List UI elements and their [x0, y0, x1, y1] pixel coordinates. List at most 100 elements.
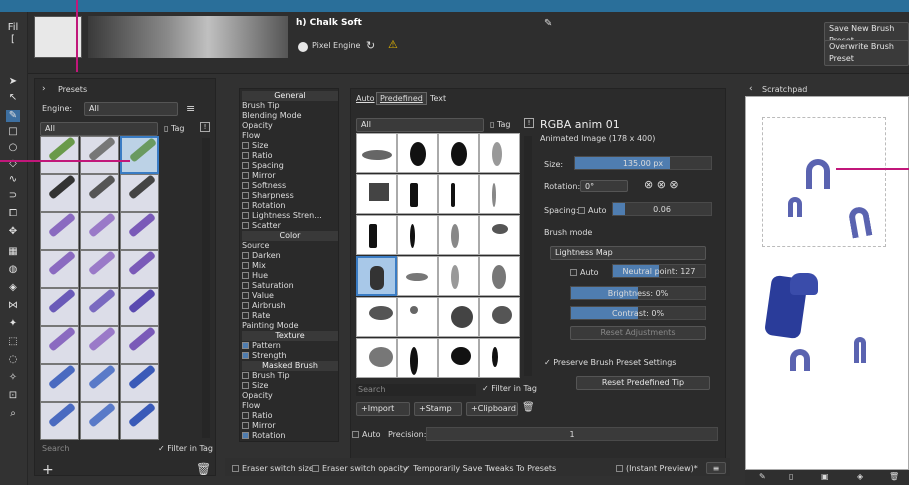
tip-cell-selected[interactable]	[356, 256, 397, 296]
tip-cell[interactable]	[479, 338, 520, 378]
colorize-tool-icon[interactable]: ◍	[6, 264, 20, 276]
transform-tool-icon[interactable]: ↖	[6, 92, 20, 104]
bezier-tool-icon[interactable]: ∿	[6, 174, 20, 186]
tip-cell[interactable]	[479, 215, 520, 255]
eraser-switch-opacity[interactable]: Eraser switch opacity	[312, 464, 408, 473]
brush-mode-select[interactable]: Lightness Map	[550, 246, 706, 260]
option-checkbox[interactable]	[242, 222, 249, 229]
preset-filter-in-tag[interactable]: ✓ Filter in Tag	[158, 444, 213, 453]
tip-cell[interactable]	[356, 297, 397, 337]
tip-cell[interactable]	[397, 174, 438, 214]
tip-cell[interactable]	[356, 215, 397, 255]
precision-slider[interactable]: 1	[426, 427, 718, 441]
preset-name[interactable]: h) Chalk Soft	[296, 18, 362, 28]
option-item[interactable]: Opacity	[242, 391, 273, 401]
tip-search-input[interactable]: Search	[356, 384, 476, 396]
tag-warning-icon[interactable]: !	[200, 122, 210, 132]
tip-cell[interactable]	[356, 133, 397, 173]
gradient-tool-icon[interactable]: ▦	[6, 246, 20, 258]
tip-cell[interactable]	[438, 215, 479, 255]
option-section[interactable]: Masked Brush	[242, 361, 338, 371]
measure-tool-icon[interactable]: ✦	[6, 318, 20, 330]
tip-cell[interactable]	[438, 338, 479, 378]
tip-cell[interactable]	[397, 297, 438, 337]
option-checkbox[interactable]	[242, 292, 249, 299]
presets-menu-icon[interactable]: ≡	[186, 102, 195, 115]
option-item[interactable]: Pattern	[242, 341, 281, 351]
crop-tool-icon[interactable]: ⧠	[6, 208, 20, 220]
preset-cell[interactable]	[40, 136, 79, 174]
preset-cell[interactable]	[120, 402, 159, 440]
clear-icon[interactable]: 🗑	[889, 472, 899, 481]
preset-cell[interactable]	[40, 326, 79, 364]
clipboard-button[interactable]: +Clipboard	[466, 402, 518, 416]
option-checkbox[interactable]	[242, 182, 249, 189]
option-item[interactable]: Source	[242, 241, 269, 251]
engine-select[interactable]: All	[84, 102, 178, 116]
assistant-tool-icon[interactable]: ⋈	[6, 300, 20, 312]
option-item[interactable]: Airbrush	[242, 301, 286, 311]
temp-save-tweaks[interactable]: ✓ Temporarily Save Tweaks To Presets	[404, 464, 556, 473]
preset-cell[interactable]	[120, 326, 159, 364]
preset-cell[interactable]	[80, 364, 119, 402]
tip-cell[interactable]	[438, 133, 479, 173]
preset-cell[interactable]	[120, 364, 159, 402]
option-item[interactable]: Mix	[242, 261, 266, 271]
option-item[interactable]: Flow	[242, 131, 260, 141]
rectangle-tool-icon[interactable]: □	[6, 126, 20, 138]
spacing-auto[interactable]: Auto	[578, 206, 607, 215]
rect-select-icon[interactable]: ⬚	[6, 336, 20, 348]
option-section[interactable]: Color	[242, 231, 338, 241]
preset-cell[interactable]	[80, 402, 119, 440]
option-checkbox[interactable]	[242, 312, 249, 319]
tip-cell[interactable]	[479, 256, 520, 296]
option-checkbox[interactable]	[242, 162, 249, 169]
option-checkbox[interactable]	[242, 422, 249, 429]
auto-checkbox[interactable]	[352, 431, 359, 438]
checkbox[interactable]	[232, 465, 239, 472]
tip-filter-in-tag[interactable]: ✓ Filter in Tag	[482, 384, 537, 393]
preset-cell[interactable]	[120, 288, 159, 326]
reset-predefined-tip-button[interactable]: Reset Predefined Tip	[576, 376, 710, 390]
option-checkbox-checked[interactable]	[242, 352, 249, 359]
preserve-settings[interactable]: ✓ Preserve Brush Preset Settings	[544, 358, 676, 367]
preset-cell[interactable]	[40, 364, 79, 402]
preset-filter-select[interactable]: All	[40, 122, 158, 136]
paint-icon[interactable]: ✎	[759, 472, 766, 481]
option-item[interactable]: Opacity	[242, 121, 273, 131]
reset-adjustments-button[interactable]: Reset Adjustments	[570, 326, 706, 340]
option-item[interactable]: Scatter	[242, 221, 281, 231]
rotation-input[interactable]: 0°	[580, 180, 628, 192]
tab-predefined[interactable]: Predefined	[376, 92, 427, 105]
tip-cell[interactable]	[356, 338, 397, 378]
option-checkbox[interactable]	[242, 282, 249, 289]
neutral-point-slider[interactable]: Neutral point: 127	[612, 264, 706, 278]
scratchpad-canvas[interactable]	[745, 96, 909, 470]
contiguous-select-icon[interactable]: ⊡	[6, 390, 20, 402]
eraser-switch-size[interactable]: Eraser switch size	[232, 464, 314, 473]
overwrite-preset-button[interactable]: Overwrite Brush Preset	[824, 40, 909, 66]
stamp-button[interactable]: +Stamp	[414, 402, 462, 416]
tip-tag-warning-icon[interactable]: !	[524, 118, 534, 128]
tip-cell[interactable]	[397, 338, 438, 378]
option-checkbox[interactable]	[242, 262, 249, 269]
delete-preset-icon[interactable]: 🗑	[196, 462, 211, 476]
contrast-slider[interactable]: Contrast: 0%	[570, 306, 706, 320]
app-menu-label-2[interactable]: [	[6, 34, 20, 46]
tip-cell[interactable]	[438, 297, 479, 337]
preset-cell[interactable]	[40, 174, 79, 212]
spacing-slider[interactable]: 0.06	[612, 202, 712, 216]
option-item[interactable]: Softness	[242, 181, 286, 191]
document-icon[interactable]: ▯	[789, 472, 793, 481]
preset-cell[interactable]	[40, 250, 79, 288]
collapse-presets-icon[interactable]: ›	[42, 84, 46, 94]
freehand-path-icon[interactable]: ⊃	[6, 190, 20, 202]
move-tool-icon[interactable]: ✥	[6, 226, 20, 238]
option-checkbox[interactable]	[242, 192, 249, 199]
instant-preview[interactable]: (Instant Preview)*	[616, 464, 698, 473]
gradient-icon[interactable]: ▣	[821, 472, 829, 481]
checkbox[interactable]	[616, 465, 623, 472]
preset-cell[interactable]	[80, 326, 119, 364]
option-checkbox[interactable]	[242, 382, 249, 389]
select-tool-icon[interactable]: ➤	[6, 76, 20, 88]
